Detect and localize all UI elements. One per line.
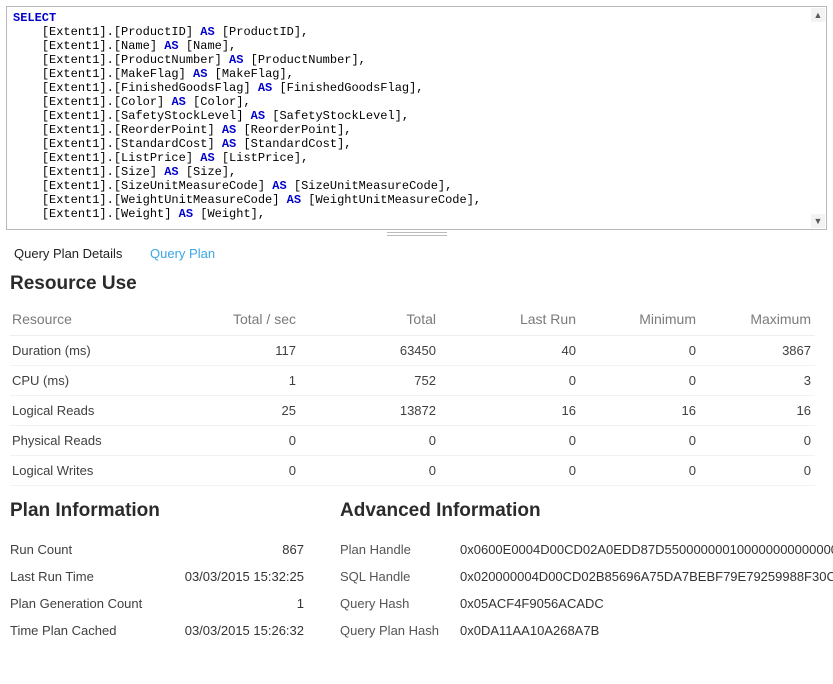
- table-row: Duration (ms)117634504003867: [10, 336, 815, 366]
- plan-info-row: Last Run Time03/03/2015 15:32:25: [10, 563, 310, 590]
- col-minimum: Minimum: [580, 305, 700, 336]
- resource-header-row: Resource Total / sec Total Last Run Mini…: [10, 305, 815, 336]
- table-row: Physical Reads00000: [10, 426, 815, 456]
- resource-total-sec: 0: [180, 456, 300, 486]
- resource-max: 3867: [700, 336, 815, 366]
- col-maximum: Maximum: [700, 305, 815, 336]
- sql-editor[interactable]: SELECT [Extent1].[ProductID] AS [Product…: [6, 6, 827, 230]
- resource-label: CPU (ms): [10, 366, 180, 396]
- col-resource: Resource: [10, 305, 180, 336]
- plan-info-value: 867: [170, 542, 310, 557]
- resource-min: 0: [580, 456, 700, 486]
- resource-total: 0: [300, 426, 440, 456]
- resource-min: 0: [580, 426, 700, 456]
- scroll-up-icon[interactable]: ▲: [811, 8, 825, 22]
- resource-use-heading: Resource Use: [10, 273, 823, 295]
- plan-info-label: Time Plan Cached: [10, 623, 170, 638]
- plan-info-label: Plan Generation Count: [10, 596, 170, 611]
- plan-information-section: Plan Information Run Count867Last Run Ti…: [10, 500, 310, 644]
- advanced-information-heading: Advanced Information: [340, 500, 833, 522]
- plan-info-value: 1: [170, 596, 310, 611]
- tab-query-plan[interactable]: Query Plan: [150, 246, 215, 261]
- advanced-info-row: Plan Handle0x0600E0004D00CD02A0EDD87D550…: [340, 536, 833, 563]
- table-row: Logical Writes00000: [10, 456, 815, 486]
- advanced-info-row: Query Plan Hash0x0DA11AA10A268A7B: [340, 617, 833, 644]
- resource-max: 0: [700, 456, 815, 486]
- resource-use-section: Resource Use Resource Total / sec Total …: [0, 261, 833, 490]
- advanced-info-value: 0x0600E0004D00CD02A0EDD87D55000000010000…: [460, 542, 833, 557]
- plan-information-heading: Plan Information: [10, 500, 310, 522]
- resource-last-run: 0: [440, 366, 580, 396]
- resource-table: Resource Total / sec Total Last Run Mini…: [10, 305, 815, 486]
- advanced-info-label: SQL Handle: [340, 569, 460, 584]
- resource-total: 63450: [300, 336, 440, 366]
- advanced-info-row: Query Hash0x05ACF4F9056ACADC: [340, 590, 833, 617]
- resource-total-sec: 117: [180, 336, 300, 366]
- plan-info-label: Last Run Time: [10, 569, 170, 584]
- table-row: Logical Reads2513872161616: [10, 396, 815, 426]
- resource-label: Physical Reads: [10, 426, 180, 456]
- plan-info-value: 03/03/2015 15:32:25: [170, 569, 310, 584]
- table-row: CPU (ms)1752003: [10, 366, 815, 396]
- advanced-info-row: SQL Handle0x020000004D00CD02B85696A75DA7…: [340, 563, 833, 590]
- resource-total-sec: 1: [180, 366, 300, 396]
- col-last-run: Last Run: [440, 305, 580, 336]
- resource-last-run: 0: [440, 456, 580, 486]
- resource-label: Logical Writes: [10, 456, 180, 486]
- resource-total: 13872: [300, 396, 440, 426]
- advanced-info-value: 0x05ACF4F9056ACADC: [460, 596, 833, 611]
- advanced-information-section: Advanced Information Plan Handle0x0600E0…: [340, 500, 833, 644]
- plan-info-row: Run Count867: [10, 536, 310, 563]
- resource-label: Logical Reads: [10, 396, 180, 426]
- resource-total-sec: 25: [180, 396, 300, 426]
- advanced-info-value: 0x020000004D00CD02B85696A75DA7BEBF79E792…: [460, 569, 833, 584]
- col-total-sec: Total / sec: [180, 305, 300, 336]
- tab-bar: Query Plan Details Query Plan: [0, 240, 833, 261]
- resource-label: Duration (ms): [10, 336, 180, 366]
- resource-last-run: 16: [440, 396, 580, 426]
- resource-max: 3: [700, 366, 815, 396]
- resource-min: 0: [580, 336, 700, 366]
- resource-max: 16: [700, 396, 815, 426]
- scroll-down-icon[interactable]: ▼: [811, 214, 825, 228]
- tab-query-plan-details[interactable]: Query Plan Details: [14, 246, 122, 261]
- resource-total: 0: [300, 456, 440, 486]
- resource-total: 752: [300, 366, 440, 396]
- resource-last-run: 0: [440, 426, 580, 456]
- sql-text-area[interactable]: SELECT [Extent1].[ProductID] AS [Product…: [7, 7, 826, 229]
- resource-min: 16: [580, 396, 700, 426]
- plan-info-row: Time Plan Cached03/03/2015 15:26:32: [10, 617, 310, 644]
- advanced-info-value: 0x0DA11AA10A268A7B: [460, 623, 833, 638]
- splitter[interactable]: [0, 230, 833, 240]
- resource-last-run: 40: [440, 336, 580, 366]
- splitter-handle-icon[interactable]: [387, 232, 447, 236]
- advanced-info-label: Query Plan Hash: [340, 623, 460, 638]
- col-total: Total: [300, 305, 440, 336]
- advanced-info-label: Plan Handle: [340, 542, 460, 557]
- plan-info-value: 03/03/2015 15:26:32: [170, 623, 310, 638]
- resource-max: 0: [700, 426, 815, 456]
- advanced-info-label: Query Hash: [340, 596, 460, 611]
- resource-min: 0: [580, 366, 700, 396]
- plan-info-label: Run Count: [10, 542, 170, 557]
- resource-total-sec: 0: [180, 426, 300, 456]
- plan-info-row: Plan Generation Count1: [10, 590, 310, 617]
